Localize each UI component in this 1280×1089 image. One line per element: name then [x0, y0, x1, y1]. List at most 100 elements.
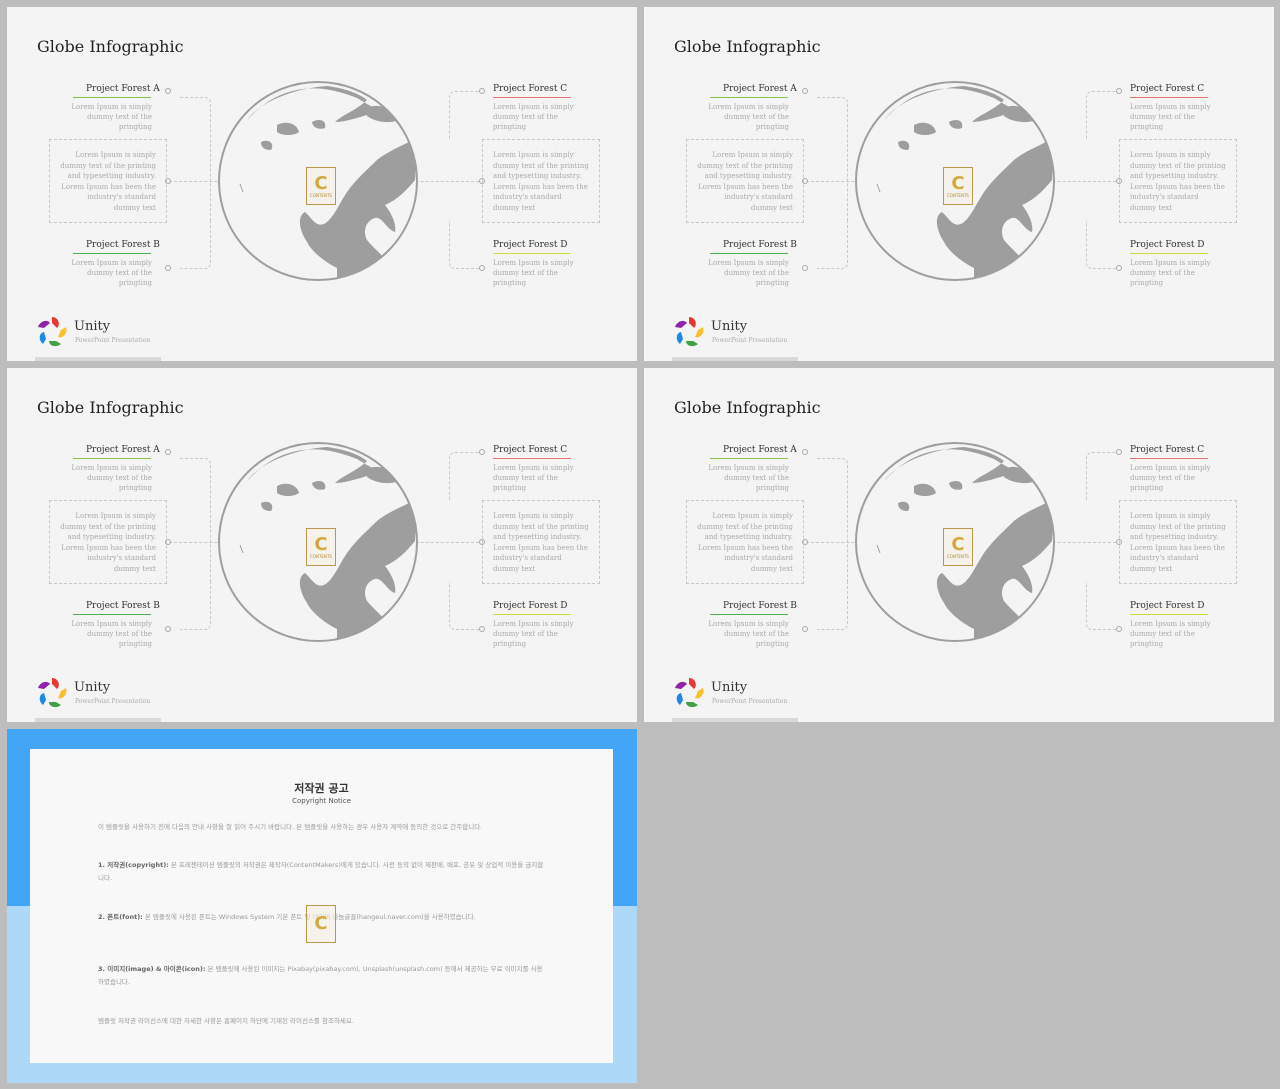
project-a-title: Project Forest A: [86, 445, 160, 455]
copyright-subtitle: Copyright Notice: [292, 797, 351, 805]
slide-title: Globe Infographic: [37, 398, 184, 417]
connector: [1086, 91, 1117, 140]
connector: [180, 97, 211, 146]
project-c-title: Project Forest C: [493, 84, 568, 94]
copyright-intro: 이 템플릿을 사용하기 전에 다음의 안내 사항을 잘 읽어 주시기 바랍니다.…: [98, 823, 483, 831]
slide[interactable]: Globe Infographic C CONTENTS Project For…: [644, 7, 1274, 361]
project-b-underline: [710, 253, 788, 254]
connector-dot: [802, 265, 808, 271]
footer-bar: [35, 357, 161, 361]
project-d-underline: [1130, 253, 1208, 254]
project-a-title: Project Forest A: [723, 84, 797, 94]
project-d-underline: [493, 614, 571, 615]
footer-bar: [672, 718, 798, 722]
project-a-underline: [710, 458, 788, 459]
contents-badge: C CONTENTS: [943, 528, 973, 566]
project-d-title: Project Forest D: [1130, 240, 1205, 250]
unity-logo-icon: [38, 317, 67, 347]
badge-letter: C: [314, 533, 328, 555]
badge-sub: CONTENTS: [310, 192, 332, 198]
brand-subtitle: PowerPoint Presentation: [75, 337, 151, 344]
connector-dot: [165, 265, 171, 271]
project-d-title: Project Forest D: [1130, 601, 1205, 611]
section-3-heading: 3. 이미지(image) & 아이콘(icon):: [98, 965, 206, 973]
connector: [449, 91, 480, 140]
badge-letter: C: [314, 172, 328, 194]
slide-title: Globe Infographic: [674, 398, 821, 417]
project-c-desc: Lorem Ipsum is simply dummy text of the …: [493, 464, 574, 492]
brand-name: Unity: [74, 680, 111, 695]
connector: [210, 505, 211, 582]
connector: [1086, 452, 1117, 501]
connector: [817, 221, 848, 269]
badge-sub: CONTENTS: [310, 553, 332, 559]
connector-dot: [165, 449, 171, 455]
section-1-heading: 1. 저작권(copyright):: [98, 861, 169, 869]
connector: [1086, 221, 1117, 269]
project-d-desc: Lorem Ipsum is simply dummy text of the …: [1130, 620, 1211, 648]
contents-badge: C CONTENTS: [306, 528, 336, 566]
copyright-paper: 저작권 공고 Copyright Notice 이 템플릿을 사용하기 전에 다…: [30, 749, 613, 1063]
project-c-desc: Lorem Ipsum is simply dummy text of the …: [1130, 103, 1211, 131]
slide[interactable]: Globe Infographic C CONTENTS Project For…: [7, 7, 637, 361]
project-d-underline: [493, 253, 571, 254]
project-a-title: Project Forest A: [86, 84, 160, 94]
project-b-underline: [73, 253, 151, 254]
project-a-desc: Lorem Ipsum is simply dummy text of the …: [708, 103, 789, 131]
right-text-box: Lorem Ipsum is simply dummy text of the …: [482, 500, 600, 584]
connector-dot: [802, 449, 808, 455]
brand-name: Unity: [711, 680, 748, 695]
project-c-underline: [493, 458, 571, 459]
copyright-slide[interactable]: 저작권 공고 Copyright Notice 이 템플릿을 사용하기 전에 다…: [7, 729, 637, 1083]
brand-subtitle: PowerPoint Presentation: [712, 698, 788, 705]
project-b-title: Project Forest B: [723, 240, 797, 250]
section-2-heading: 2. 폰트(font):: [98, 913, 143, 921]
connector: [180, 458, 211, 507]
slide-title: Globe Infographic: [37, 37, 184, 56]
connector: [449, 582, 480, 630]
slide-title: Globe Infographic: [674, 37, 821, 56]
connector: [847, 505, 848, 582]
badge-sub: CONTENTS: [947, 553, 969, 559]
unity-logo-icon: [675, 678, 704, 708]
connector: [1086, 582, 1117, 630]
brand-subtitle: PowerPoint Presentation: [75, 698, 151, 705]
right-text-box: Lorem Ipsum is simply dummy text of the …: [1119, 500, 1237, 584]
footer-bar: [672, 357, 798, 361]
badge-letter: C: [951, 533, 965, 555]
project-b-desc: Lorem Ipsum is simply dummy text of the …: [708, 259, 789, 287]
project-d-title: Project Forest D: [493, 601, 568, 611]
connector: [817, 458, 848, 507]
project-a-desc: Lorem Ipsum is simply dummy text of the …: [708, 464, 789, 492]
connector-dot: [802, 88, 808, 94]
badge-letter: C: [951, 172, 965, 194]
connector-dot: [479, 265, 485, 271]
badge-letter: C: [314, 913, 328, 934]
project-c-title: Project Forest C: [1130, 445, 1205, 455]
connector-dot: [479, 88, 485, 94]
project-a-desc: Lorem Ipsum is simply dummy text of the …: [71, 103, 152, 131]
project-c-underline: [493, 97, 571, 98]
connector-dot: [165, 626, 171, 632]
project-d-desc: Lorem Ipsum is simply dummy text of the …: [1130, 259, 1211, 287]
project-c-underline: [1130, 458, 1208, 459]
project-a-underline: [73, 97, 151, 98]
badge-sub: CONTENTS: [947, 192, 969, 198]
connector: [817, 582, 848, 630]
brand-name: Unity: [74, 319, 111, 334]
connector-dot: [1116, 88, 1122, 94]
contents-badge: C CONTENTS: [943, 167, 973, 205]
slide[interactable]: Globe Infographic C CONTENTS Project For…: [7, 368, 637, 722]
project-b-desc: Lorem Ipsum is simply dummy text of the …: [71, 259, 152, 287]
left-text-box: Lorem Ipsum is simply dummy text of the …: [686, 500, 804, 584]
project-c-title: Project Forest C: [493, 445, 568, 455]
connector-dot: [479, 626, 485, 632]
connector-dot: [1116, 449, 1122, 455]
slide[interactable]: Globe Infographic C CONTENTS Project For…: [644, 368, 1274, 722]
project-a-underline: [710, 97, 788, 98]
project-c-desc: Lorem Ipsum is simply dummy text of the …: [1130, 464, 1211, 492]
copyright-title: 저작권 공고: [294, 782, 349, 795]
left-text-box: Lorem Ipsum is simply dummy text of the …: [686, 139, 804, 223]
project-a-title: Project Forest A: [723, 445, 797, 455]
connector: [449, 452, 480, 501]
